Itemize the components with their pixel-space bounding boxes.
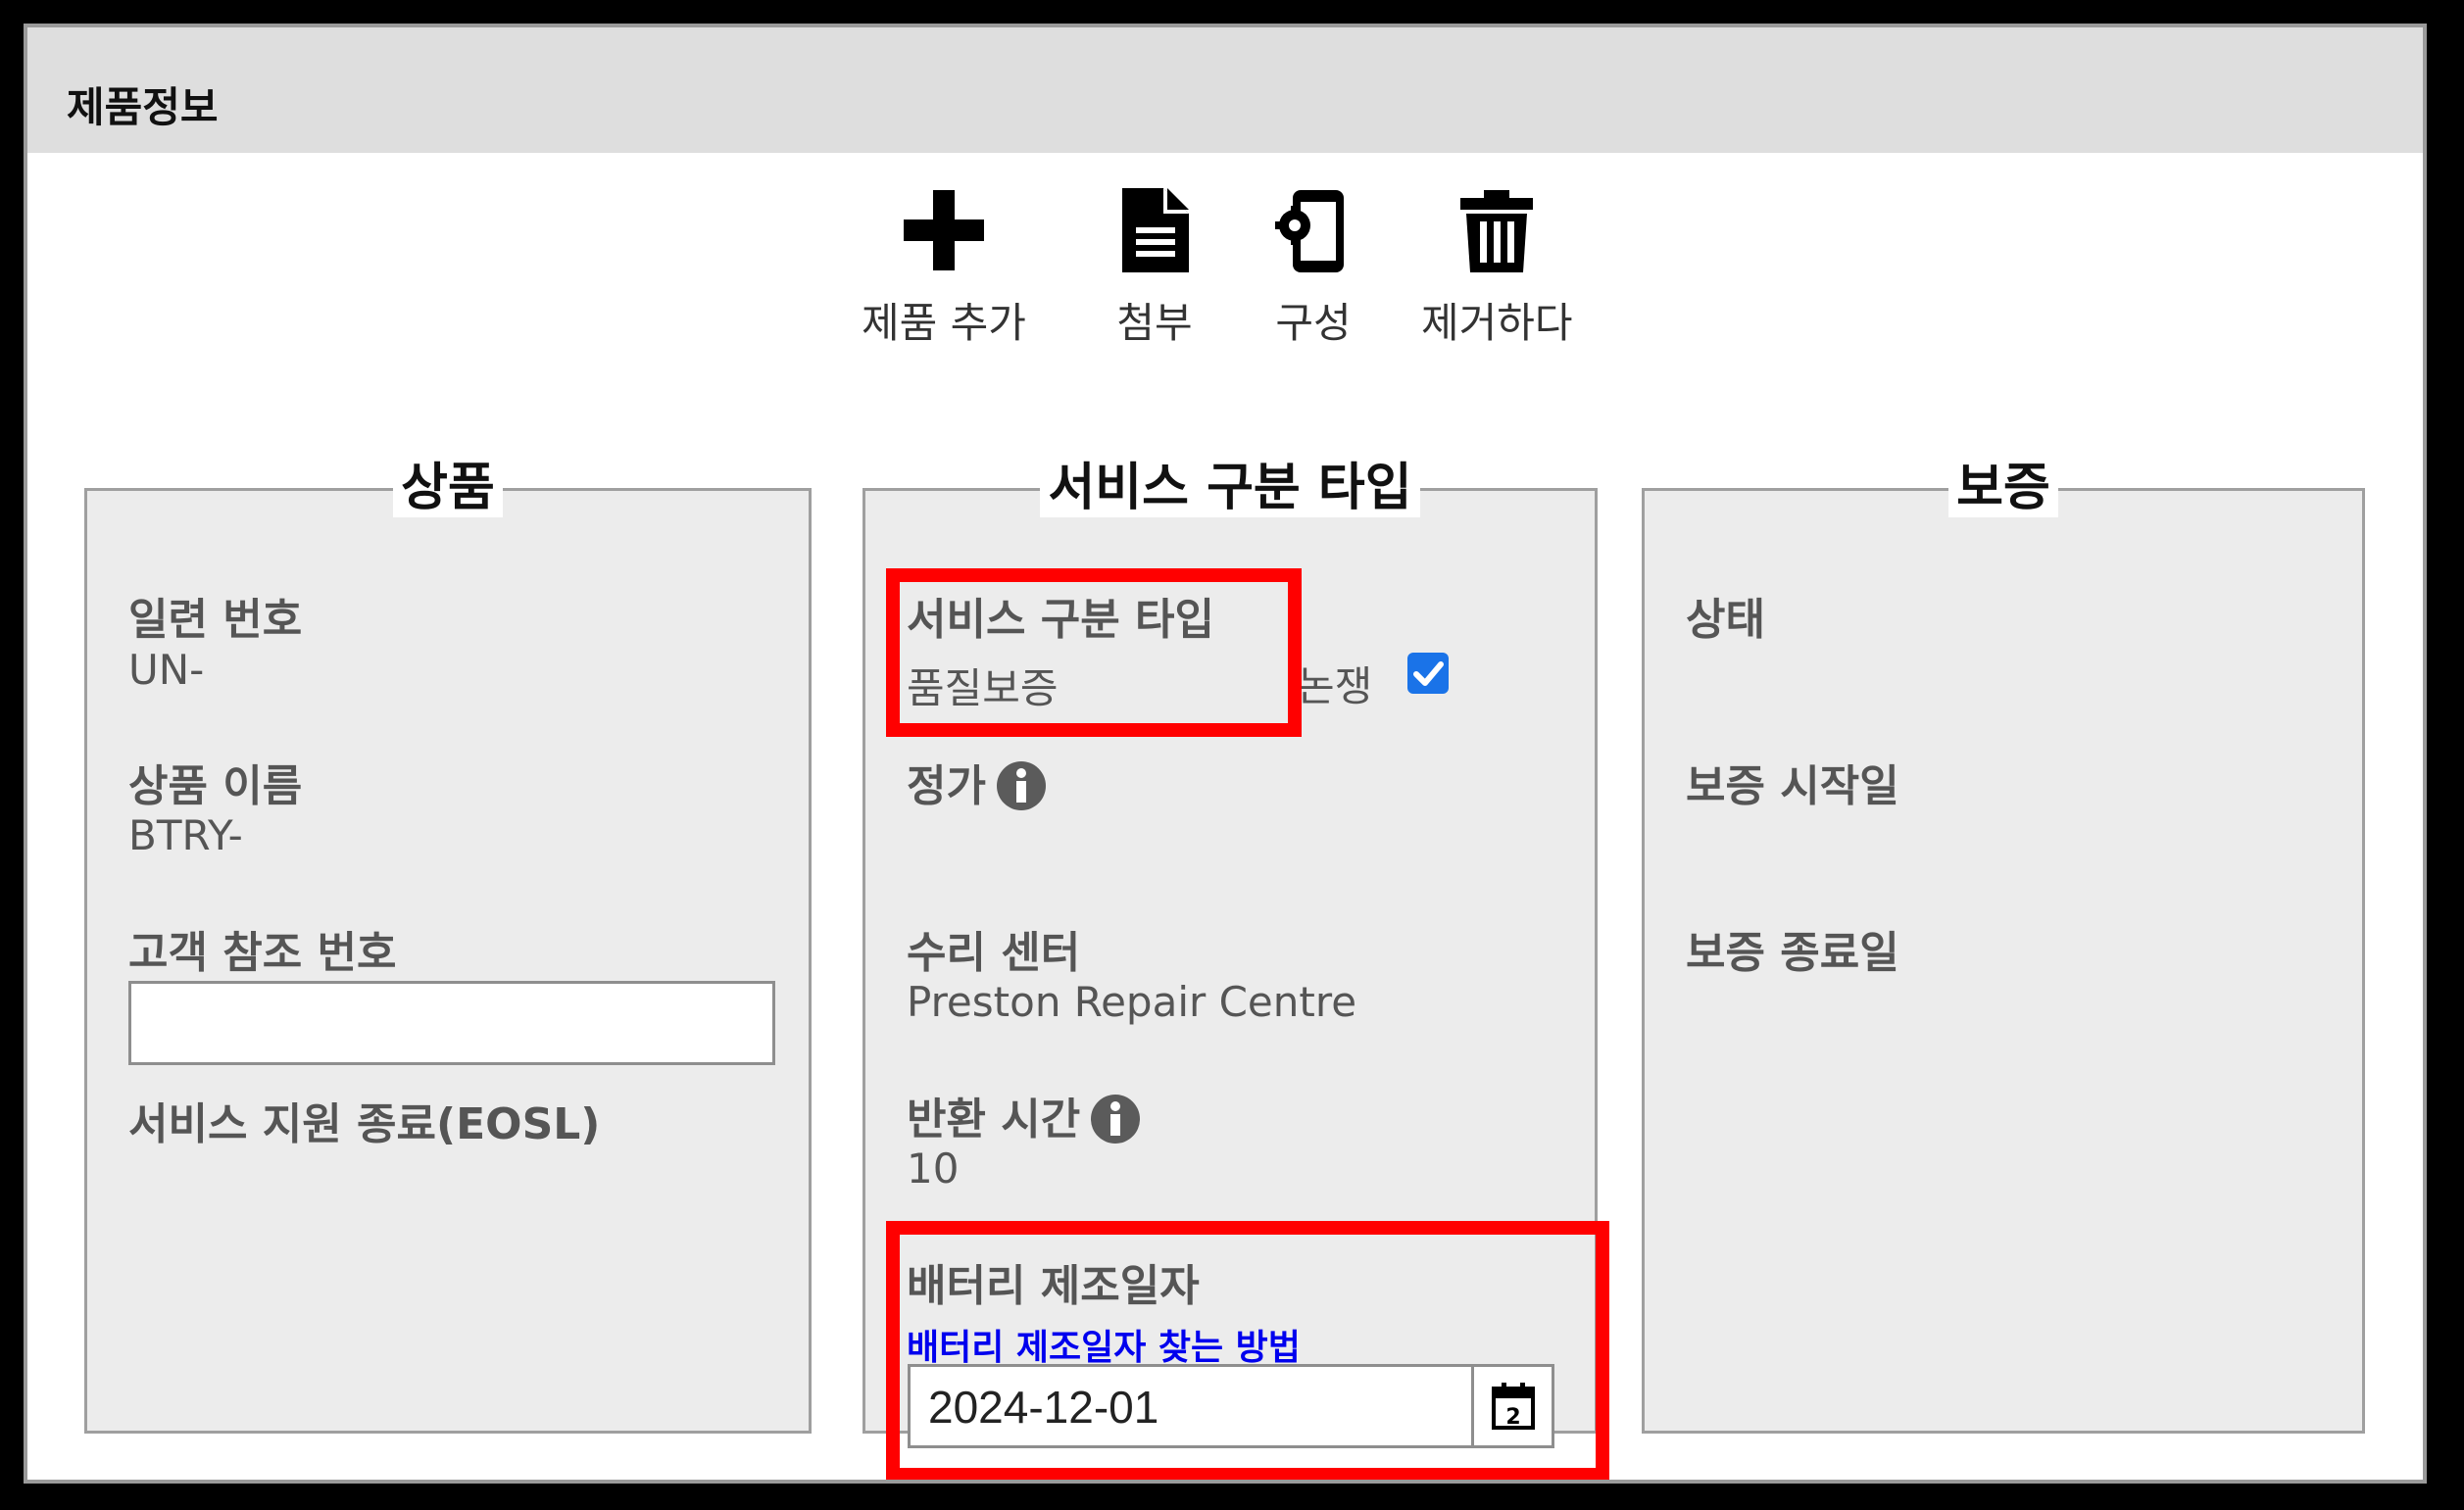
serial-number-value: UN- bbox=[128, 646, 205, 694]
product-info-window: 제품정보 제품 추가 첨부 구성 제거하다 상품 일련 번호 UN- 상품 이름… bbox=[24, 24, 2427, 1484]
configuration-button[interactable]: 구성 bbox=[1269, 186, 1357, 350]
battery-date-highlight bbox=[886, 1221, 1609, 1480]
repair-center-label: 수리 센터 bbox=[907, 928, 1081, 978]
section-title: 제품정보 bbox=[67, 83, 219, 131]
add-product-label: 제품 추가 bbox=[862, 299, 1026, 347]
customer-ref-input[interactable] bbox=[128, 981, 775, 1065]
warranty-panel-title: 보증 bbox=[1948, 459, 2058, 517]
info-icon[interactable] bbox=[1090, 1094, 1141, 1145]
product-panel-title: 상품 bbox=[393, 459, 503, 517]
service-type-highlight bbox=[886, 568, 1302, 737]
attach-button[interactable]: 첨부 bbox=[1110, 186, 1199, 350]
plus-icon bbox=[903, 190, 984, 270]
turnaround-time-value: 10 bbox=[907, 1145, 960, 1193]
product-name-label: 상품 이름 bbox=[128, 761, 303, 811]
device-gear-icon bbox=[1275, 190, 1344, 272]
add-product-button[interactable]: 제품 추가 bbox=[862, 186, 1026, 350]
configuration-label: 구성 bbox=[1275, 299, 1352, 347]
attach-label: 첨부 bbox=[1116, 299, 1193, 347]
product-panel: 상품 일련 번호 UN- 상품 이름 BTRY- 고객 참조 번호 서비스 지원… bbox=[84, 459, 812, 1434]
remove-button[interactable]: 제거하다 bbox=[1421, 186, 1573, 350]
turnaround-time-label: 반환 시간 bbox=[907, 1084, 1141, 1146]
repair-center-value: Preston Repair Centre bbox=[907, 978, 1357, 1026]
warranty-status-label: 상태 bbox=[1686, 595, 1765, 645]
dispute-label: 논쟁 bbox=[1297, 662, 1373, 710]
info-icon[interactable] bbox=[996, 760, 1047, 811]
serial-number-label: 일련 번호 bbox=[128, 595, 303, 645]
checkmark-icon bbox=[1413, 661, 1444, 686]
eosl-label: 서비스 지원 종료(EOSL) bbox=[128, 1099, 601, 1149]
remove-label: 제거하다 bbox=[1421, 299, 1573, 347]
product-name-value: BTRY- bbox=[128, 811, 243, 859]
warranty-start-label: 보증 시작일 bbox=[1686, 761, 1899, 811]
dispute-checkbox[interactable] bbox=[1407, 653, 1449, 694]
customer-ref-label: 고객 참조 번호 bbox=[128, 928, 397, 978]
document-icon bbox=[1122, 188, 1189, 272]
section-header: 제품정보 bbox=[27, 27, 2423, 153]
service-panel-title: 서비스 구분 타입 bbox=[1040, 459, 1420, 517]
warranty-panel: 보증 상태 보증 시작일 보증 종료일 bbox=[1642, 459, 2365, 1434]
trash-icon bbox=[1460, 190, 1534, 272]
list-price-label: 정가 bbox=[907, 751, 1047, 813]
warranty-end-label: 보증 종료일 bbox=[1686, 928, 1899, 978]
